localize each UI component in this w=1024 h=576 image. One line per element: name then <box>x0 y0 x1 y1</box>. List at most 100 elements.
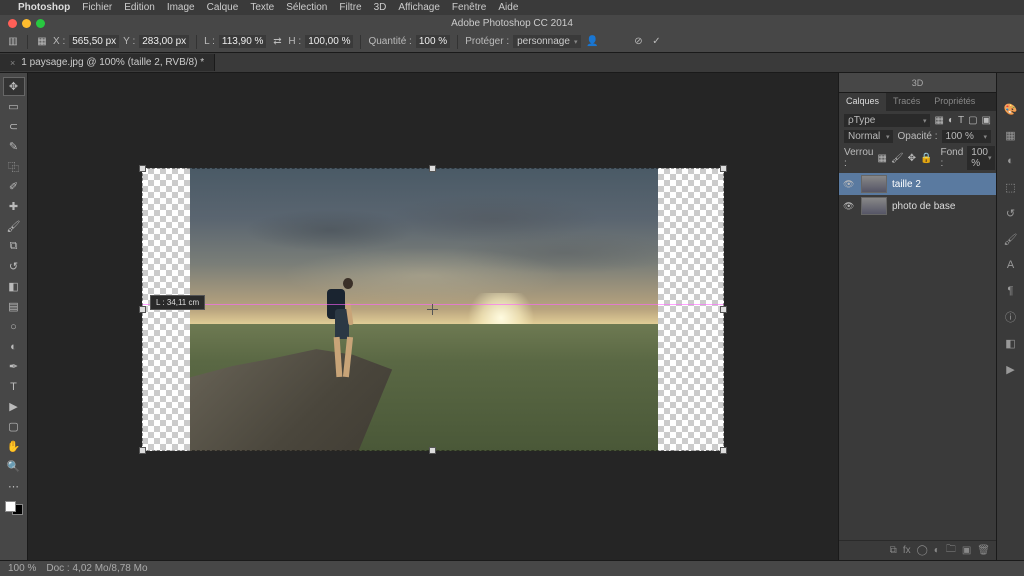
tab-proprietes[interactable]: Propriétés <box>927 93 982 111</box>
layer-row[interactable]: 👁 taille 2 <box>839 173 996 195</box>
lock-transparency-icon[interactable]: ▦ <box>877 153 886 164</box>
layer-row[interactable]: 👁 photo de base <box>839 195 996 217</box>
filter-adjust-icon[interactable]: ◐ <box>948 115 954 126</box>
zoom-tool[interactable]: 🔍 <box>3 457 25 476</box>
menu-fenetre[interactable]: Fenêtre <box>452 2 486 13</box>
color-swatch[interactable] <box>5 501 23 515</box>
cancel-transform-icon[interactable]: ⊘ <box>631 35 645 49</box>
layer-name[interactable]: taille 2 <box>892 179 921 190</box>
brush-tool[interactable]: 🖌 <box>3 217 25 236</box>
horizontal-guide[interactable] <box>142 304 724 305</box>
tab-calques[interactable]: Calques <box>839 93 886 111</box>
filter-type-icon[interactable]: T <box>958 115 964 126</box>
width-value[interactable]: 113,90 % <box>219 35 267 48</box>
link-layers-icon[interactable]: ⧉ <box>890 545 897 556</box>
menu-edition[interactable]: Edition <box>124 2 155 13</box>
opacity-value[interactable]: 100 % <box>942 130 991 143</box>
minimize-window-icon[interactable] <box>22 19 31 28</box>
paragraph-panel-icon[interactable]: ¶ <box>1003 283 1019 299</box>
history-brush-tool[interactable]: ↺ <box>3 257 25 276</box>
filter-smart-icon[interactable]: ▣ <box>982 115 991 126</box>
layer-style-icon[interactable]: fx <box>903 545 911 556</box>
height-value[interactable]: 100,00 % <box>305 35 353 48</box>
protect-dropdown[interactable]: personnage <box>513 35 581 48</box>
pen-tool[interactable]: ✒ <box>3 357 25 376</box>
layer-thumbnail[interactable] <box>861 197 887 215</box>
character-panel-icon[interactable]: A <box>1003 257 1019 273</box>
blend-mode-dropdown[interactable]: Normal <box>844 130 893 143</box>
doc-info[interactable]: Doc : 4,02 Mo/8,78 Mo <box>46 563 147 574</box>
lock-position-icon[interactable]: ✥ <box>908 153 916 164</box>
tab-traces[interactable]: Tracés <box>886 93 927 111</box>
shape-tool[interactable]: ▢ <box>3 417 25 436</box>
menu-fichier[interactable]: Fichier <box>82 2 112 13</box>
marquee-tool[interactable]: ▭ <box>3 97 25 116</box>
dodge-tool[interactable]: ◐ <box>3 337 25 356</box>
path-select-tool[interactable]: ▶ <box>3 397 25 416</box>
actions-panel-icon[interactable]: ▶ <box>1003 361 1019 377</box>
quick-select-tool[interactable]: ✎ <box>3 137 25 156</box>
adjustments-panel-icon[interactable]: ◐ <box>1003 153 1019 169</box>
close-window-icon[interactable] <box>8 19 17 28</box>
eraser-tool[interactable]: ◧ <box>3 277 25 296</box>
info-panel-icon[interactable]: ⓘ <box>1003 309 1019 325</box>
fill-value[interactable]: 100 % <box>967 146 995 170</box>
maximize-window-icon[interactable] <box>36 19 45 28</box>
filter-pixel-icon[interactable]: ▦ <box>934 115 943 126</box>
gradient-tool[interactable]: ▤ <box>3 297 25 316</box>
foreground-color-swatch[interactable] <box>5 501 16 512</box>
lasso-tool[interactable]: ⊂ <box>3 117 25 136</box>
stamp-tool[interactable]: ⧉ <box>3 237 25 256</box>
group-layers-icon[interactable]: 🗀 <box>946 542 956 559</box>
close-tab-icon[interactable]: × <box>10 58 15 68</box>
menu-affichage[interactable]: Affichage <box>398 2 440 13</box>
filter-shape-icon[interactable]: ▢ <box>968 115 977 126</box>
type-tool[interactable]: T <box>3 377 25 396</box>
lock-pixels-icon[interactable]: 🖌 <box>891 153 904 164</box>
menu-selection[interactable]: Sélection <box>286 2 327 13</box>
canvas-area[interactable]: L : 34,11 cm <box>28 73 838 560</box>
adjustment-layer-icon[interactable]: ◐ <box>934 545 940 556</box>
blur-tool[interactable]: ○ <box>3 317 25 336</box>
healing-tool[interactable]: ✚ <box>3 197 25 216</box>
x-value[interactable]: 565,50 px <box>69 35 119 48</box>
crop-tool[interactable]: ⿻ <box>3 157 25 176</box>
menu-calque[interactable]: Calque <box>207 2 239 13</box>
hand-tool[interactable]: ✋ <box>3 437 25 456</box>
delete-layer-icon[interactable]: 🗑 <box>977 545 990 556</box>
styles-panel-icon[interactable]: ⬚ <box>1003 179 1019 195</box>
y-value[interactable]: 283,00 px <box>139 35 189 48</box>
layer-filter-dropdown[interactable]: ρType <box>844 114 930 127</box>
document-canvas[interactable]: L : 34,11 cm <box>142 168 724 451</box>
visibility-toggle-icon[interactable]: 👁 <box>843 201 856 212</box>
menu-3d[interactable]: 3D <box>374 2 387 13</box>
layer-name[interactable]: photo de base <box>892 201 955 212</box>
new-layer-icon[interactable]: ▣ <box>962 545 971 556</box>
history-panel-icon[interactable]: ↺ <box>1003 205 1019 221</box>
navigator-panel-icon[interactable]: ◧ <box>1003 335 1019 351</box>
eyedropper-tool[interactable]: ✐ <box>3 177 25 196</box>
color-panel-icon[interactable]: 🎨 <box>1003 101 1019 117</box>
menu-texte[interactable]: Texte <box>250 2 274 13</box>
move-tool[interactable]: ✥ <box>3 77 25 96</box>
edit-toolbar-icon[interactable]: ⋯ <box>3 477 25 496</box>
protect-skin-icon[interactable]: 👤 <box>585 35 599 49</box>
zoom-level[interactable]: 100 % <box>8 563 36 574</box>
menu-aide[interactable]: Aide <box>498 2 518 13</box>
swatches-panel-icon[interactable]: ▦ <box>1003 127 1019 143</box>
3d-mode-bar[interactable]: 3D <box>839 73 996 93</box>
tool-preset-icon[interactable]: ▥ <box>6 35 20 49</box>
lock-all-icon[interactable]: 🔒 <box>920 153 932 164</box>
menu-filtre[interactable]: Filtre <box>339 2 361 13</box>
menu-image[interactable]: Image <box>167 2 195 13</box>
brush-panel-icon[interactable]: 🖌 <box>1003 231 1019 247</box>
document-tab[interactable]: × 1 paysage.jpg @ 100% (taille 2, RVB/8)… <box>0 54 215 71</box>
layer-mask-icon[interactable]: ◯ <box>917 545 928 556</box>
visibility-toggle-icon[interactable]: 👁 <box>843 179 856 190</box>
commit-transform-icon[interactable]: ✓ <box>649 35 663 49</box>
amount-value[interactable]: 100 % <box>416 35 450 48</box>
link-aspect-icon[interactable]: ⇄ <box>270 35 284 49</box>
reference-point-icon[interactable]: ▦ <box>35 35 49 49</box>
menu-photoshop[interactable]: Photoshop <box>18 2 70 13</box>
layer-thumbnail[interactable] <box>861 175 887 193</box>
